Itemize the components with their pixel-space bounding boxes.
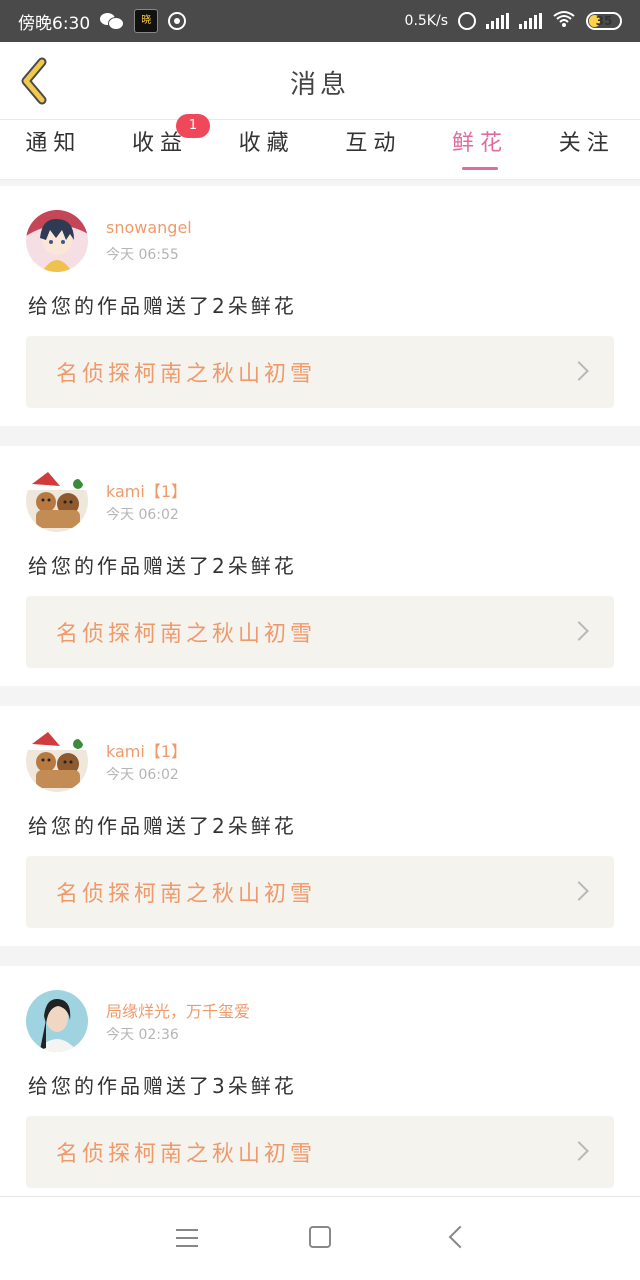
message-list: snowangel 今天 06:55 给您的作品赠送了2朵鲜花 名侦探柯南之秋山… xyxy=(0,186,640,1226)
work-link[interactable]: 名侦探柯南之秋山初雪 xyxy=(26,1116,614,1188)
work-link[interactable]: 名侦探柯南之秋山初雪 xyxy=(26,336,614,408)
work-title: 名侦探柯南之秋山初雪 xyxy=(56,622,317,647)
tab-label: 鲜花 xyxy=(452,131,509,156)
tab-favorites[interactable]: 收藏 xyxy=(213,120,320,179)
tab-label: 关注 xyxy=(558,131,615,156)
active-tab-indicator xyxy=(462,167,499,170)
gingerbread-avatar-icon xyxy=(26,470,88,532)
username[interactable]: kami【1】 xyxy=(106,738,187,762)
tab-label: 互动 xyxy=(345,131,402,156)
tab-flowers[interactable]: 鲜花 xyxy=(427,120,534,179)
list-item: snowangel 今天 06:55 给您的作品赠送了2朵鲜花 名侦探柯南之秋山… xyxy=(0,186,640,426)
list-item: kami【1】 今天 06:02 给您的作品赠送了2朵鲜花 名侦探柯南之秋山初雪 xyxy=(0,706,640,946)
tab-interactions[interactable]: 互动 xyxy=(320,120,427,179)
tab-earnings[interactable]: 收益 1 xyxy=(107,114,214,179)
message-text: 给您的作品赠送了2朵鲜花 xyxy=(28,294,297,318)
message-text: 给您的作品赠送了2朵鲜花 xyxy=(28,554,297,578)
work-title: 名侦探柯南之秋山初雪 xyxy=(56,362,317,387)
work-title: 名侦探柯南之秋山初雪 xyxy=(56,882,317,907)
home-icon[interactable] xyxy=(309,1226,331,1248)
anime-avatar-icon xyxy=(26,210,88,272)
status-bar: 傍晚6:30 晓 0.5K/s 35 xyxy=(0,0,640,42)
timestamp: 今天 06:55 xyxy=(106,247,179,263)
user-avatar[interactable] xyxy=(26,210,88,272)
user-avatar[interactable] xyxy=(26,470,88,532)
chevron-right-icon xyxy=(569,361,589,381)
work-link[interactable]: 名侦探柯南之秋山初雪 xyxy=(26,856,614,928)
gingerbread-avatar-icon xyxy=(26,730,88,792)
list-item: kami【1】 今天 06:02 给您的作品赠送了2朵鲜花 名侦探柯南之秋山初雪 xyxy=(0,446,640,686)
chevron-right-icon xyxy=(569,621,589,641)
username[interactable]: kami【1】 xyxy=(106,478,187,502)
signal-icon xyxy=(486,13,509,29)
user-avatar[interactable] xyxy=(26,990,88,1052)
tab-notifications[interactable]: 通知 xyxy=(0,120,107,179)
signal-icon xyxy=(519,13,542,29)
tab-following[interactable]: 关注 xyxy=(533,120,640,179)
net-speed: 0.5K/s xyxy=(404,13,448,29)
work-link[interactable]: 名侦探柯南之秋山初雪 xyxy=(26,596,614,668)
back-icon[interactable] xyxy=(448,1225,472,1249)
list-item: 局缘烊光，万千玺爱 今天 02:36 给您的作品赠送了3朵鲜花 名侦探柯南之秋山… xyxy=(0,966,640,1206)
system-nav-bar xyxy=(0,1196,640,1280)
status-time: 傍晚6:30 xyxy=(18,13,91,34)
chevron-right-icon xyxy=(569,881,589,901)
wifi-icon xyxy=(552,10,576,33)
hotspot-icon xyxy=(168,12,187,30)
menu-icon[interactable] xyxy=(176,1229,198,1247)
work-title: 名侦探柯南之秋山初雪 xyxy=(56,1142,317,1167)
header: 消息 xyxy=(0,42,640,120)
battery-icon: 35 xyxy=(586,12,622,30)
message-text: 给您的作品赠送了3朵鲜花 xyxy=(28,1074,297,1098)
user-avatar[interactable] xyxy=(26,730,88,792)
unread-badge: 1 xyxy=(176,114,210,138)
chevron-right-icon xyxy=(569,1141,589,1161)
app-icon: 晓 xyxy=(134,9,159,33)
tab-label: 收藏 xyxy=(238,131,295,156)
username[interactable]: snowangel xyxy=(106,218,192,237)
battery-level: 35 xyxy=(595,14,613,28)
timestamp: 今天 06:02 xyxy=(106,507,179,523)
wechat-icon xyxy=(100,12,124,30)
page-title: 消息 xyxy=(289,70,350,100)
portrait-avatar-icon xyxy=(26,990,88,1052)
tab-label: 通知 xyxy=(25,131,82,156)
timestamp: 今天 02:36 xyxy=(106,1027,179,1043)
message-text: 给您的作品赠送了2朵鲜花 xyxy=(28,814,297,838)
username[interactable]: 局缘烊光，万千玺爱 xyxy=(106,998,250,1022)
alarm-icon xyxy=(458,12,476,30)
timestamp: 今天 06:02 xyxy=(106,767,179,783)
tab-bar: 通知 收益 1 收藏 互动 鲜花 关注 xyxy=(0,114,640,180)
